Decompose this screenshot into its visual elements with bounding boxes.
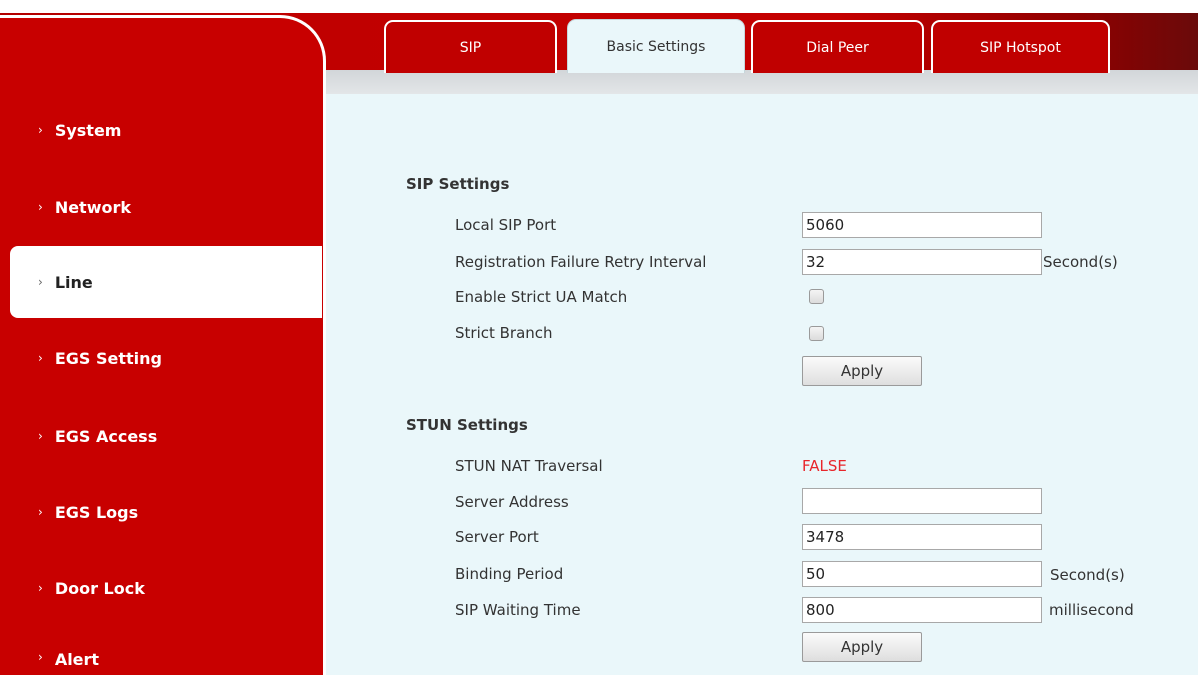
chevron-right-icon: › bbox=[38, 505, 43, 519]
sip-waiting-time-unit: millisecond bbox=[1049, 601, 1134, 619]
sip-settings-title: SIP Settings bbox=[406, 175, 510, 193]
chevron-right-icon: › bbox=[38, 275, 43, 289]
sidebar-item-label: EGS Access bbox=[54, 426, 158, 446]
local-sip-port-label: Local SIP Port bbox=[455, 216, 557, 234]
stun-apply-button[interactable]: Apply bbox=[802, 632, 922, 662]
chevron-right-icon: › bbox=[38, 200, 43, 214]
sidebar-item-egs-logs[interactable]: › EGS Logs bbox=[0, 477, 318, 547]
sidebar-item-line[interactable]: › Line bbox=[10, 246, 322, 318]
chevron-right-icon: › bbox=[38, 429, 43, 443]
sidebar-item-system[interactable]: › System bbox=[0, 95, 318, 165]
binding-period-label: Binding Period bbox=[455, 565, 564, 583]
sidebar-item-network[interactable]: › Network bbox=[0, 172, 318, 242]
sidebar-item-label: Door Lock bbox=[54, 578, 145, 598]
server-address-input[interactable] bbox=[802, 488, 1042, 514]
strict-branch-label: Strict Branch bbox=[455, 324, 553, 342]
sidebar-item-label: System bbox=[54, 120, 122, 140]
sidebar-item-label: EGS Setting bbox=[54, 348, 162, 368]
chevron-right-icon: › bbox=[38, 351, 43, 365]
chevron-right-icon: › bbox=[38, 650, 43, 664]
strict-ua-match-checkbox[interactable] bbox=[809, 289, 824, 304]
stun-settings-title: STUN Settings bbox=[406, 416, 528, 434]
tab-sip-hotspot[interactable]: SIP Hotspot bbox=[931, 20, 1110, 73]
binding-period-unit: Second(s) bbox=[1050, 566, 1125, 584]
chevron-right-icon: › bbox=[38, 123, 43, 137]
server-port-input[interactable] bbox=[802, 524, 1042, 550]
server-address-label: Server Address bbox=[455, 493, 569, 511]
local-sip-port-input[interactable] bbox=[802, 212, 1042, 238]
sidebar-item-label: Network bbox=[54, 197, 132, 217]
strict-branch-checkbox[interactable] bbox=[809, 326, 824, 341]
stun-nat-traversal-label: STUN NAT Traversal bbox=[455, 457, 603, 475]
binding-period-input[interactable] bbox=[802, 561, 1042, 587]
sip-apply-button[interactable]: Apply bbox=[802, 356, 922, 386]
strict-ua-match-label: Enable Strict UA Match bbox=[455, 288, 628, 306]
sidebar-item-label: Alert bbox=[54, 650, 100, 669]
tab-underline-shade bbox=[326, 70, 1198, 94]
sip-waiting-time-input[interactable] bbox=[802, 597, 1042, 623]
retry-interval-label: Registration Failure Retry Interval bbox=[455, 253, 707, 271]
chevron-right-icon: › bbox=[38, 581, 43, 595]
server-port-label: Server Port bbox=[455, 528, 539, 546]
retry-interval-unit: Second(s) bbox=[1043, 253, 1118, 271]
sip-waiting-time-label: SIP Waiting Time bbox=[455, 601, 581, 619]
sidebar-item-door-lock[interactable]: › Door Lock bbox=[0, 553, 318, 623]
tab-sip[interactable]: SIP bbox=[384, 20, 557, 73]
tab-basic-settings[interactable]: Basic Settings bbox=[567, 19, 745, 73]
sidebar-item-label: EGS Logs bbox=[54, 502, 139, 522]
sidebar-item-alert[interactable]: › Alert bbox=[0, 628, 318, 675]
sidebar-item-egs-access[interactable]: › EGS Access bbox=[0, 401, 318, 471]
retry-interval-input[interactable] bbox=[802, 249, 1042, 275]
tab-dial-peer[interactable]: Dial Peer bbox=[751, 20, 924, 73]
sidebar-item-label: Line bbox=[54, 272, 93, 292]
stun-nat-traversal-value: FALSE bbox=[802, 457, 847, 475]
sidebar-item-egs-setting[interactable]: › EGS Setting bbox=[0, 323, 318, 393]
